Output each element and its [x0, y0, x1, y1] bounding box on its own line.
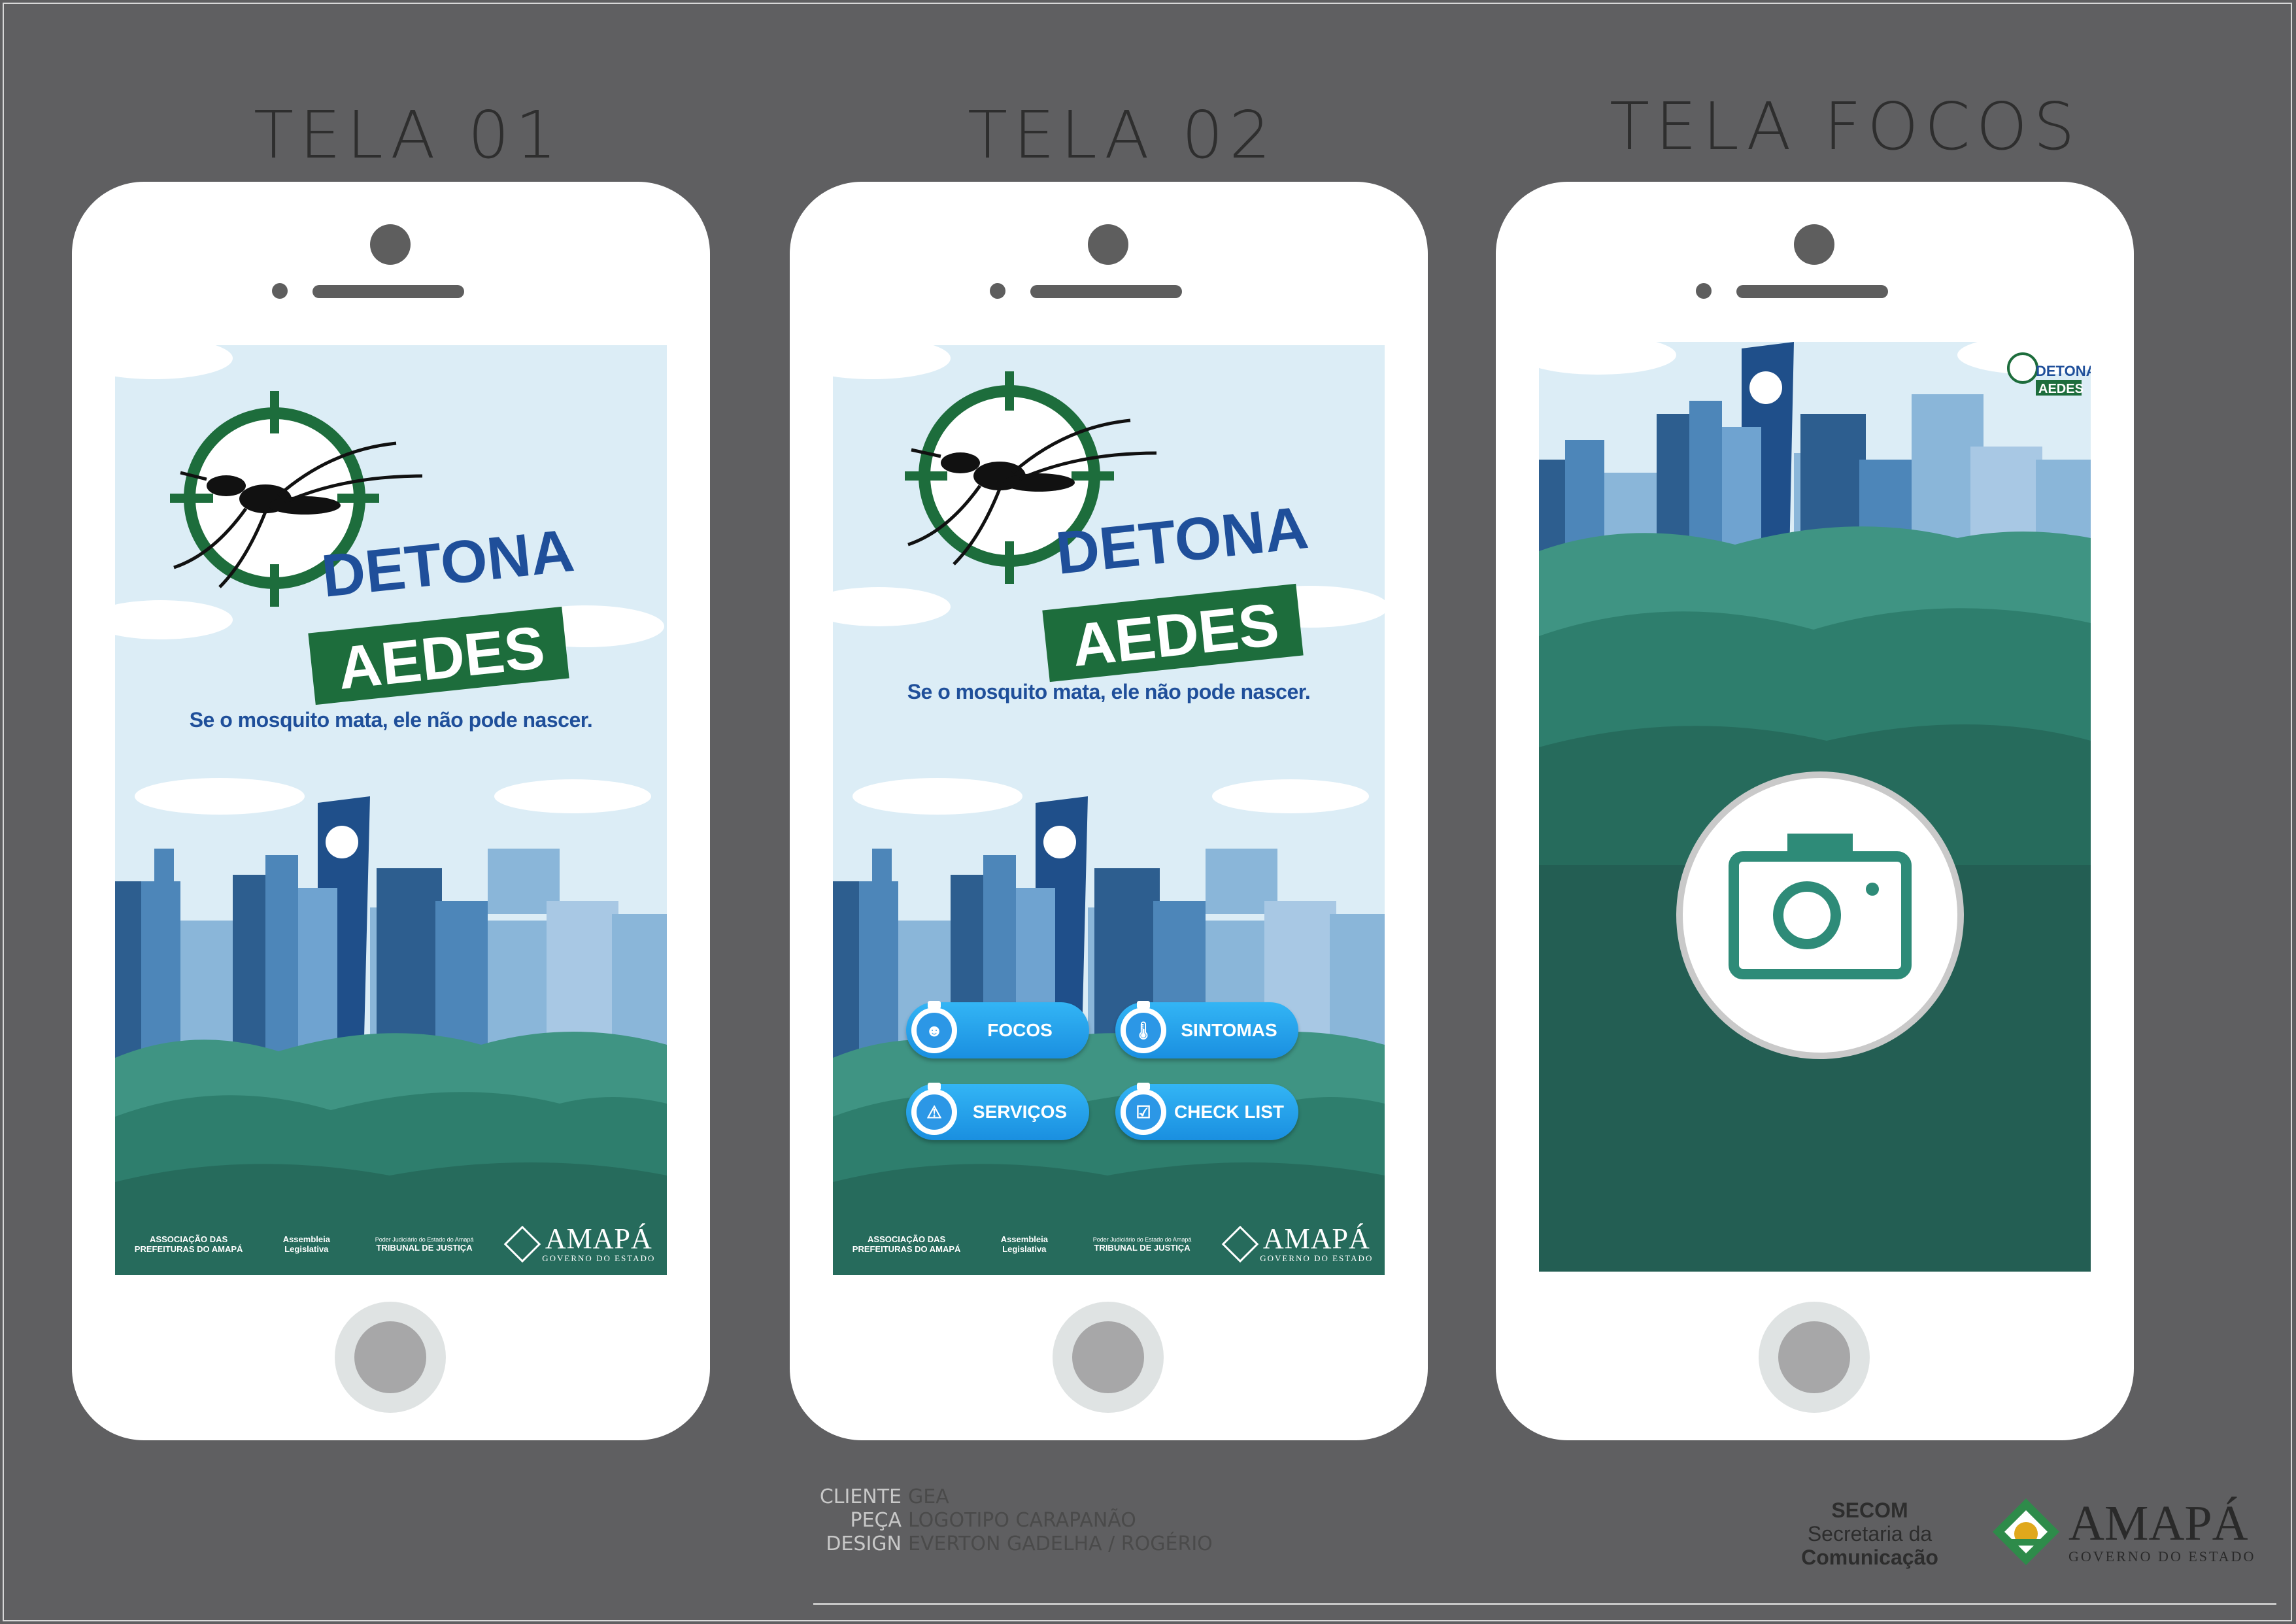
svg-text:AEDES: AEDES [2038, 382, 2084, 396]
screen-title-3: TELA FOCOS [1610, 88, 2081, 165]
credit-key: DESIGN [826, 1532, 902, 1555]
phone-mockup-1: DETONA AEDES Se o mosquito mata, ele não… [72, 182, 710, 1440]
camera-button[interactable] [1676, 771, 1964, 1059]
assoc-logo: ASSOCIAÇÃO DAS PREFEITURAS DO AMAPÁ [134, 1234, 243, 1254]
focos-label: FOCOS [987, 1020, 1053, 1040]
servicos-button[interactable]: ⚠ SERVIÇOS [906, 1083, 1089, 1140]
secom-acronym: SECOM [1831, 1498, 1908, 1522]
gov-logo-word: AMAPÁ [2068, 1496, 2248, 1551]
menu-illustration: DETONA AEDES [833, 345, 1385, 1275]
phone-mockup-3: DETONA AEDES [1496, 182, 2134, 1440]
sensor [1696, 283, 1712, 299]
checklist-button[interactable]: ☑ CHECK LIST [1115, 1083, 1298, 1140]
secom-line2: Secretaria da [1807, 1522, 1933, 1546]
partner-logos: ASSOCIAÇÃO DAS PREFEITURAS DO AMAPÁ Asse… [115, 1215, 667, 1274]
front-camera [1794, 224, 1834, 265]
speaker-grill [1736, 285, 1888, 298]
checkbox-icon: ☑ [1121, 1083, 1166, 1135]
assembleia-logo: Assembleia Legislativa [282, 1234, 330, 1254]
amapa-sub: GOVERNO DO ESTADO [1260, 1253, 1374, 1263]
tribunal-small: Poder Judiciário do Estado do Amapá [1092, 1236, 1192, 1243]
svg-text:DETONA: DETONA [2036, 363, 2091, 379]
partner-logos: ASSOCIAÇÃO DAS PREFEITURAS DO AMAPÁ Asse… [833, 1215, 1385, 1274]
credit-key: CLIENTE [819, 1485, 902, 1508]
camera-icon [1729, 834, 1912, 979]
home-button[interactable] [1072, 1321, 1144, 1393]
credit-row: CLIENTE GEA [813, 1485, 1213, 1509]
credit-row: DESIGN EVERTON GADELHA / ROGÉRIO [813, 1532, 1213, 1556]
speaker-grill [312, 285, 464, 298]
amapa-word: AMAPÁ [1262, 1223, 1370, 1255]
screen-3: DETONA AEDES [1539, 342, 2091, 1272]
diamond-icon [1221, 1225, 1259, 1263]
tribunal-small: Poder Judiciário do Estado do Amapá [375, 1236, 474, 1243]
phone-mockup-2: DETONA AEDES Se o mosquito mata, ele não… [790, 182, 1428, 1440]
front-camera [370, 224, 411, 265]
tribunal-logo: Poder Judiciário do Estado do Amapá TRIB… [362, 1236, 486, 1253]
credit-value: EVERTON GADELHA / ROGÉRIO [908, 1532, 1213, 1555]
amapa-logo: AMAPÁ GOVERNO DO ESTADO [503, 1223, 656, 1264]
front-camera [1088, 224, 1128, 265]
splash-illustration: DETONA AEDES [115, 345, 667, 1275]
credit-key: PEÇA [850, 1509, 902, 1532]
sensor [272, 283, 288, 299]
tagline: Se o mosquito mata, ele não pode nascer. [189, 708, 593, 732]
divider [813, 1603, 2276, 1605]
focos-button[interactable]: ☻ FOCOS [906, 1001, 1089, 1058]
tribunal-logo: Poder Judiciário do Estado do Amapá TRIB… [1080, 1236, 1204, 1253]
speaker-grill [1030, 285, 1182, 298]
tagline: Se o mosquito mata, ele não pode nascer. [907, 680, 1311, 703]
amapa-logo: AMAPÁ GOVERNO DO ESTADO [1221, 1223, 1374, 1264]
credit-value: LOGOTIPO CARAPANÃO [908, 1509, 1136, 1532]
sensor [990, 283, 1005, 299]
credit-row: PEÇA LOGOTIPO CARAPANÃO [813, 1509, 1213, 1532]
screen-title-2: TELA 02 [968, 97, 1277, 173]
servicos-label: SERVIÇOS [972, 1102, 1068, 1122]
diamond-icon [503, 1225, 541, 1263]
warning-icon: ⚠ [911, 1083, 957, 1135]
gov-logo-sub: GOVERNO DO ESTADO [2068, 1548, 2256, 1565]
sintomas-label: SINTOMAS [1181, 1020, 1277, 1040]
checklist-label: CHECK LIST [1174, 1102, 1284, 1122]
secom-line3: Comunicação [1801, 1546, 1938, 1569]
credit-value: GEA [908, 1485, 949, 1508]
people-icon: ☻ [911, 1001, 957, 1053]
credits-block: CLIENTE GEA PEÇA LOGOTIPO CARAPANÃO DESI… [813, 1485, 1213, 1556]
tribunal-name: TRIBUNAL DE JUSTIÇA [1094, 1242, 1190, 1253]
home-button[interactable] [1778, 1321, 1850, 1393]
assoc-logo: ASSOCIAÇÃO DAS PREFEITURAS DO AMAPÁ [852, 1234, 961, 1254]
assembleia-logo: Assembleia Legislativa [1000, 1234, 1048, 1254]
thermometer-icon: 🌡 [1121, 1001, 1166, 1053]
home-button[interactable] [354, 1321, 426, 1393]
tribunal-name: TRIBUNAL DE JUSTIÇA [376, 1242, 473, 1253]
amapa-sub: GOVERNO DO ESTADO [542, 1253, 656, 1263]
amapa-word: AMAPÁ [545, 1223, 652, 1255]
government-logo: AMAPÁ GOVERNO DO ESTADO [1990, 1496, 2255, 1568]
sintomas-button[interactable]: 🌡 SINTOMAS [1115, 1001, 1298, 1058]
screen-2: DETONA AEDES Se o mosquito mata, ele não… [833, 345, 1385, 1275]
screen-title-1: TELA 01 [254, 97, 563, 173]
screen-1: DETONA AEDES Se o mosquito mata, ele não… [115, 345, 667, 1275]
amapa-diamond-icon [1993, 1498, 2059, 1565]
secom-logo: SECOM Secretaria da Comunicação [1785, 1498, 1955, 1569]
